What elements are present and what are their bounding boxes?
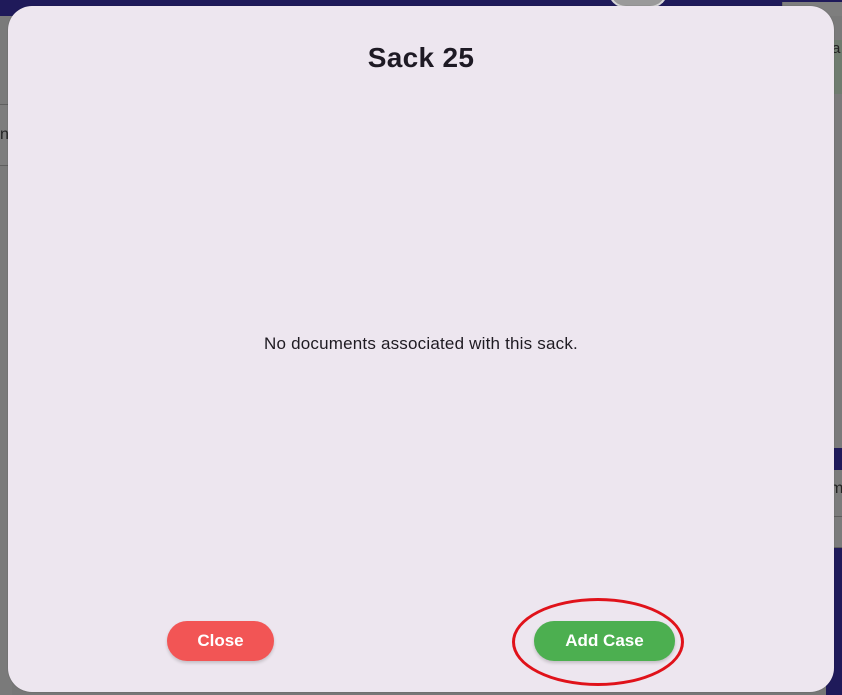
add-case-button[interactable]: Add Case [534, 621, 675, 661]
modal-title: Sack 25 [367, 42, 475, 73]
empty-state-message: No documents associated with this sack. [264, 334, 578, 353]
sack-details-modal: Sack 25 No documents associated with thi… [8, 6, 834, 692]
close-button[interactable]: Close [167, 621, 274, 661]
